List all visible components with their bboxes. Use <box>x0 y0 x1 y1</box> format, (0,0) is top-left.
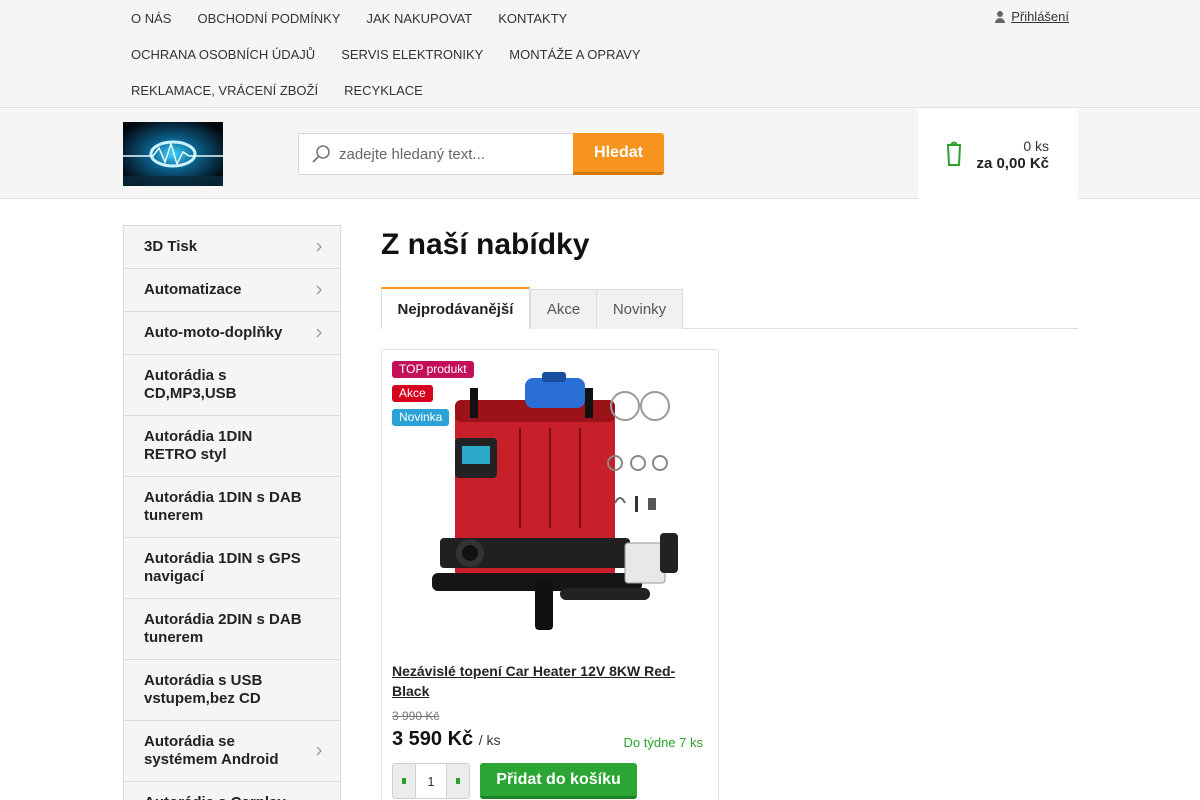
add-to-cart-button[interactable]: Přidat do košíku <box>480 763 637 799</box>
cart-icon <box>946 141 962 166</box>
search-form: Hledat <box>298 133 664 175</box>
sidebar-item-label: Autorádia s Carplay <box>144 794 286 800</box>
sidebar-item-label: 3D Tisk <box>144 238 198 255</box>
quantity-stepper <box>392 763 470 799</box>
plus-icon <box>456 778 460 784</box>
search-button[interactable]: Hledat <box>573 133 664 175</box>
login-link[interactable]: Přihlášení <box>995 9 1069 24</box>
nav-link-returns[interactable]: REKLAMACE, VRÁCENÍ ZBOŽÍ <box>118 83 331 98</box>
quantity-input[interactable] <box>415 764 447 798</box>
top-bar: O NÁS OBCHODNÍ PODMÍNKY JAK NAKUPOVAT KO… <box>0 0 1200 108</box>
old-price: 3 990 Kč <box>392 709 440 723</box>
nav-link-about[interactable]: O NÁS <box>118 11 184 26</box>
chevron-right-icon <box>316 242 322 252</box>
sidebar-item[interactable]: Auto-moto-doplňky <box>124 312 340 355</box>
top-nav-row-2: OCHRANA OSOBNÍCH ÚDAJŮ SERVIS ELEKTRONIK… <box>118 36 918 72</box>
logo-graphic <box>123 122 223 186</box>
nav-link-terms[interactable]: OBCHODNÍ PODMÍNKY <box>184 11 353 26</box>
sidebar-item[interactable]: Autorádia 2DIN s DAB tunerem <box>124 599 340 660</box>
nav-link-how-to-buy[interactable]: JAK NAKUPOVAT <box>353 11 485 26</box>
sidebar-item[interactable]: Autorádia 1DIN RETRO styl <box>124 416 340 477</box>
search-icon <box>312 145 330 163</box>
tab-sale[interactable]: Akce <box>530 289 597 329</box>
sidebar-item-label: Autorádia 1DIN RETRO styl <box>144 428 253 463</box>
site-logo[interactable] <box>123 122 223 186</box>
increase-quantity-button[interactable] <box>447 764 469 798</box>
search-field <box>298 133 573 175</box>
nav-link-electronics-service[interactable]: SERVIS ELEKTRONIKY <box>328 47 496 62</box>
top-nav-row-1: O NÁS OBCHODNÍ PODMÍNKY JAK NAKUPOVAT KO… <box>118 0 918 36</box>
cart-count: 0 ks <box>1023 138 1049 154</box>
nav-link-recycling[interactable]: RECYKLACE <box>331 83 436 98</box>
top-nav-row-3: REKLAMACE, VRÁCENÍ ZBOŽÍ RECYKLACE <box>118 72 918 108</box>
price: 3 590 Kč / ks <box>392 728 501 751</box>
product-image[interactable] <box>410 368 690 646</box>
cart-summary[interactable]: 0 ks za 0,00 Kč <box>918 109 1078 199</box>
page-title: Z naší nabídky <box>381 228 590 261</box>
sidebar-item-label: Autorádia 1DIN s GPS navigací <box>144 550 301 585</box>
sidebar-item-label: Autorádia se systémem Android <box>144 733 279 768</box>
header: Hledat 0 ks za 0,00 Kč <box>0 109 1200 199</box>
category-sidebar: 3D Tisk Automatizace Auto-moto-doplňky Auto… <box>123 225 341 800</box>
minus-icon <box>402 778 406 784</box>
sidebar-item-label: Auto-moto-doplňky <box>144 324 283 341</box>
sidebar-item-label: Autorádia 1DIN s DAB tunerem <box>144 489 302 524</box>
product-tabs: Nejprodávanější Akce Novinky <box>381 287 1078 329</box>
nav-link-privacy[interactable]: OCHRANA OSOBNÍCH ÚDAJŮ <box>118 47 328 62</box>
tab-bestsellers[interactable]: Nejprodávanější <box>381 287 530 329</box>
cart-total: za 0,00 Kč <box>976 155 1049 172</box>
chevron-right-icon <box>316 746 322 756</box>
sidebar-item-label: Autorádia 2DIN s DAB tunerem <box>144 611 302 646</box>
chevron-right-icon <box>316 285 322 295</box>
nav-link-installation-repairs[interactable]: MONTÁŽE A OPRAVY <box>496 47 653 62</box>
badge-sale: Akce <box>392 385 433 402</box>
badge-top-product: TOP produkt <box>392 361 474 378</box>
price-unit: / ks <box>478 732 501 748</box>
product-name-link[interactable]: Nezávislé topení Car Heater 12V 8KW Red-… <box>392 661 702 701</box>
sidebar-item-label: Autorádia s CD,MP3,USB <box>144 367 237 402</box>
product-card: TOP produkt Akce Novinka Nezávislé topen… <box>381 349 719 800</box>
login-label: Přihlášení <box>1011 9 1069 24</box>
sidebar-item-label: Automatizace <box>144 281 242 298</box>
top-navigation: O NÁS OBCHODNÍ PODMÍNKY JAK NAKUPOVAT KO… <box>118 0 918 108</box>
sidebar-item[interactable]: Autorádia s CD,MP3,USB <box>124 355 340 416</box>
tab-new[interactable]: Novinky <box>596 289 683 329</box>
sidebar-item[interactable]: Autorádia se systémem Android <box>124 721 340 782</box>
price-value: 3 590 Kč <box>392 728 474 750</box>
search-input[interactable] <box>339 134 569 174</box>
sidebar-item[interactable]: Autorádia s USB vstupem,bez CD <box>124 660 340 721</box>
sidebar-item[interactable]: 3D Tisk <box>124 226 340 269</box>
decrease-quantity-button[interactable] <box>393 764 415 798</box>
availability: Do týdne 7 ks <box>623 735 704 750</box>
nav-link-contacts[interactable]: KONTAKTY <box>485 11 580 26</box>
sidebar-item[interactable]: Autorádia 1DIN s DAB tunerem <box>124 477 340 538</box>
badge-new: Novinka <box>392 409 450 426</box>
sidebar-item[interactable]: Autorádia s Carplay <box>124 782 340 800</box>
chevron-right-icon <box>316 328 322 338</box>
sidebar-item[interactable]: Automatizace <box>124 269 340 312</box>
sidebar-item[interactable]: Autorádia 1DIN s GPS navigací <box>124 538 340 599</box>
sidebar-item-label: Autorádia s USB vstupem,bez CD <box>144 672 263 707</box>
user-icon <box>995 10 1006 23</box>
